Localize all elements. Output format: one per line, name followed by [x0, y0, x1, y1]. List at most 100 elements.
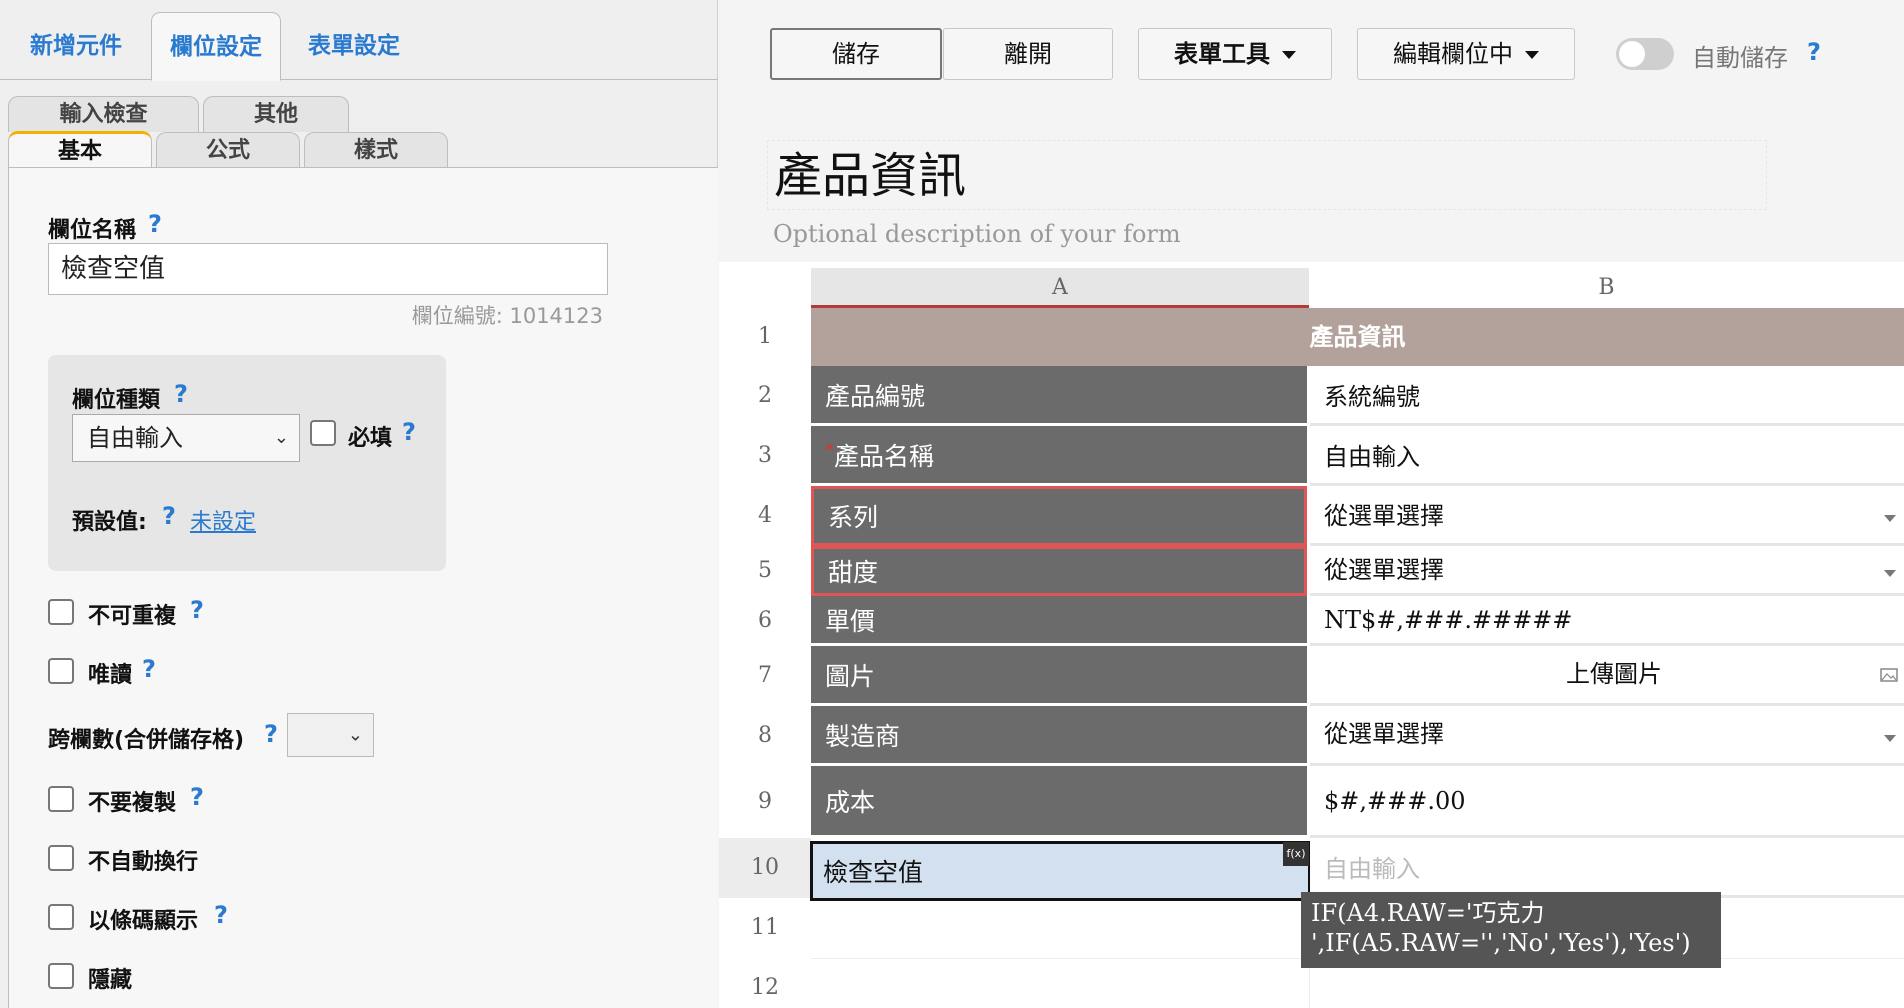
cell-label: 甜度	[828, 558, 879, 587]
cell-b7[interactable]: 上傳圖片	[1310, 646, 1904, 706]
cell-a6[interactable]: 單價	[811, 596, 1307, 646]
colspan-select[interactable]: ⌄	[287, 713, 374, 757]
form-title[interactable]: 產品資訊	[767, 140, 1767, 210]
cell-value: NT$#,###.#####	[1324, 605, 1573, 634]
readonly-checkbox[interactable]	[48, 658, 74, 684]
tab-formula[interactable]: 公式	[156, 132, 300, 168]
save-button[interactable]: 儲存	[770, 28, 942, 80]
dropdown-arrow-icon[interactable]	[1884, 514, 1896, 522]
row-number: 1	[758, 324, 772, 349]
readonly-label: 唯讀	[88, 663, 133, 688]
help-icon[interactable]: ?	[214, 901, 228, 929]
help-icon[interactable]: ?	[162, 502, 176, 530]
cell-label: 圖片	[825, 661, 876, 691]
no-wrap-label: 不自動換行	[88, 850, 199, 875]
cell-label: 成本	[825, 787, 876, 817]
tab-style[interactable]: 樣式	[304, 132, 448, 168]
column-header-b[interactable]: B	[1309, 268, 1904, 308]
cell-a7[interactable]: 圖片	[811, 646, 1307, 706]
form-tools-button[interactable]: 表單工具	[1138, 28, 1332, 80]
tab-other[interactable]: 其他	[203, 96, 349, 132]
field-type-label: 欄位種類	[72, 388, 161, 413]
chevron-down-icon: ⌄	[273, 427, 289, 448]
help-icon[interactable]: ?	[174, 380, 188, 408]
cell-b6[interactable]: NT$#,###.#####	[1310, 596, 1904, 646]
autosave-label: 自動儲存	[1692, 44, 1788, 72]
no-copy-label: 不要複製	[88, 791, 177, 816]
cell-b2[interactable]: 系統編號	[1310, 366, 1904, 426]
cell-label: 單價	[825, 606, 876, 636]
help-icon[interactable]: ?	[402, 418, 416, 446]
formula-line: ',IF(A5.RAW='','No','Yes'),'Yes')	[1311, 929, 1691, 957]
cell-value: 自由輸入	[1324, 443, 1420, 471]
cell-label: 產品名稱	[834, 441, 935, 471]
formula-line: IF(A4.RAW='巧克力	[1311, 899, 1545, 927]
row-number: 7	[758, 663, 772, 688]
cell-value: 上傳圖片	[1566, 660, 1662, 688]
help-icon[interactable]: ?	[190, 596, 204, 624]
required-checkbox[interactable]	[310, 420, 336, 446]
cell-b3[interactable]: 自由輸入	[1310, 426, 1904, 486]
field-name-input[interactable]: 檢查空值	[48, 243, 608, 295]
cell-a4[interactable]: 系列	[811, 486, 1307, 546]
dropdown-arrow-icon[interactable]	[1884, 734, 1896, 742]
no-copy-checkbox[interactable]	[48, 786, 74, 812]
autosave-toggle[interactable]	[1616, 38, 1674, 70]
cell-b5[interactable]: 從選單選擇	[1310, 546, 1904, 596]
cell-a10-selected[interactable]: 檢查空值	[810, 841, 1311, 901]
field-name-label: 欄位名稱	[48, 218, 137, 243]
dropdown-arrow-icon[interactable]	[1884, 569, 1896, 577]
cell-value: 系統編號	[1324, 383, 1420, 411]
form-description[interactable]: Optional description of your form	[773, 220, 1181, 248]
field-type-value: 自由輸入	[87, 424, 183, 452]
field-type-select[interactable]: 自由輸入 ⌄	[72, 414, 300, 462]
cell-b4[interactable]: 從選單選擇	[1310, 486, 1904, 546]
row-number: 9	[758, 789, 772, 814]
cell-a9[interactable]: 成本	[811, 766, 1307, 838]
leave-button[interactable]: 離開	[943, 28, 1113, 80]
cell-a5[interactable]: 甜度	[811, 546, 1307, 596]
no-duplicate-checkbox[interactable]	[48, 599, 74, 625]
help-icon[interactable]: ?	[190, 783, 204, 811]
no-wrap-checkbox[interactable]	[48, 845, 74, 871]
row-number: 11	[751, 915, 779, 940]
help-icon[interactable]: ?	[1807, 38, 1821, 66]
cell-value: 從選單選擇	[1324, 502, 1444, 530]
formula-icon[interactable]: f(x)	[1283, 842, 1309, 866]
edit-mode-button[interactable]: 編輯欄位中	[1357, 28, 1575, 80]
help-icon[interactable]: ?	[148, 210, 162, 238]
cell-b8[interactable]: 從選單選擇	[1310, 706, 1904, 766]
cell-value: 從選單選擇	[1324, 556, 1444, 584]
caret-down-icon	[1525, 51, 1539, 59]
tab-basic[interactable]: 基本	[8, 131, 152, 168]
cell-b10[interactable]: 自由輸入	[1310, 838, 1904, 898]
formula-tooltip: IF(A4.RAW='巧克力 ',IF(A5.RAW='','No','Yes'…	[1301, 892, 1721, 968]
tab-add-component[interactable]: 新增元件	[14, 12, 138, 80]
column-header-a[interactable]: A	[811, 268, 1309, 308]
row-number: 3	[758, 443, 772, 468]
image-icon[interactable]	[1880, 668, 1898, 682]
cell-value: 自由輸入	[1324, 855, 1420, 883]
default-value-link[interactable]: 未設定	[190, 504, 256, 536]
tab-input-validation[interactable]: 輸入檢查	[8, 96, 199, 132]
help-icon[interactable]: ?	[142, 655, 156, 683]
cell-value: 從選單選擇	[1324, 720, 1444, 748]
cell-b9[interactable]: $#,###.00	[1310, 766, 1904, 838]
cell-a2[interactable]: 產品編號	[811, 366, 1307, 426]
tab-form-settings[interactable]: 表單設定	[292, 12, 416, 80]
cell-a8[interactable]: 製造商	[811, 706, 1307, 766]
cell-value: $#,###.00	[1324, 786, 1466, 815]
required-asterisk: *	[825, 440, 834, 461]
row-number: 4	[758, 503, 772, 528]
barcode-checkbox[interactable]	[48, 904, 74, 930]
top-tabs: 新增元件 欄位設定 表單設定	[0, 0, 718, 81]
cell-label: 產品編號	[825, 381, 926, 411]
help-icon[interactable]: ?	[264, 720, 278, 748]
tab-field-settings[interactable]: 欄位設定	[151, 12, 281, 81]
hidden-label: 隱藏	[88, 968, 133, 993]
header-cell[interactable]: 產品資訊	[811, 308, 1904, 366]
hidden-checkbox[interactable]	[48, 963, 74, 989]
toggle-knob	[1619, 41, 1645, 67]
form-editor: 儲存 離開 表單工具 編輯欄位中 自動儲存 ? 產品資訊 Optional de…	[719, 0, 1904, 1008]
cell-a3[interactable]: * 產品名稱	[811, 426, 1307, 486]
